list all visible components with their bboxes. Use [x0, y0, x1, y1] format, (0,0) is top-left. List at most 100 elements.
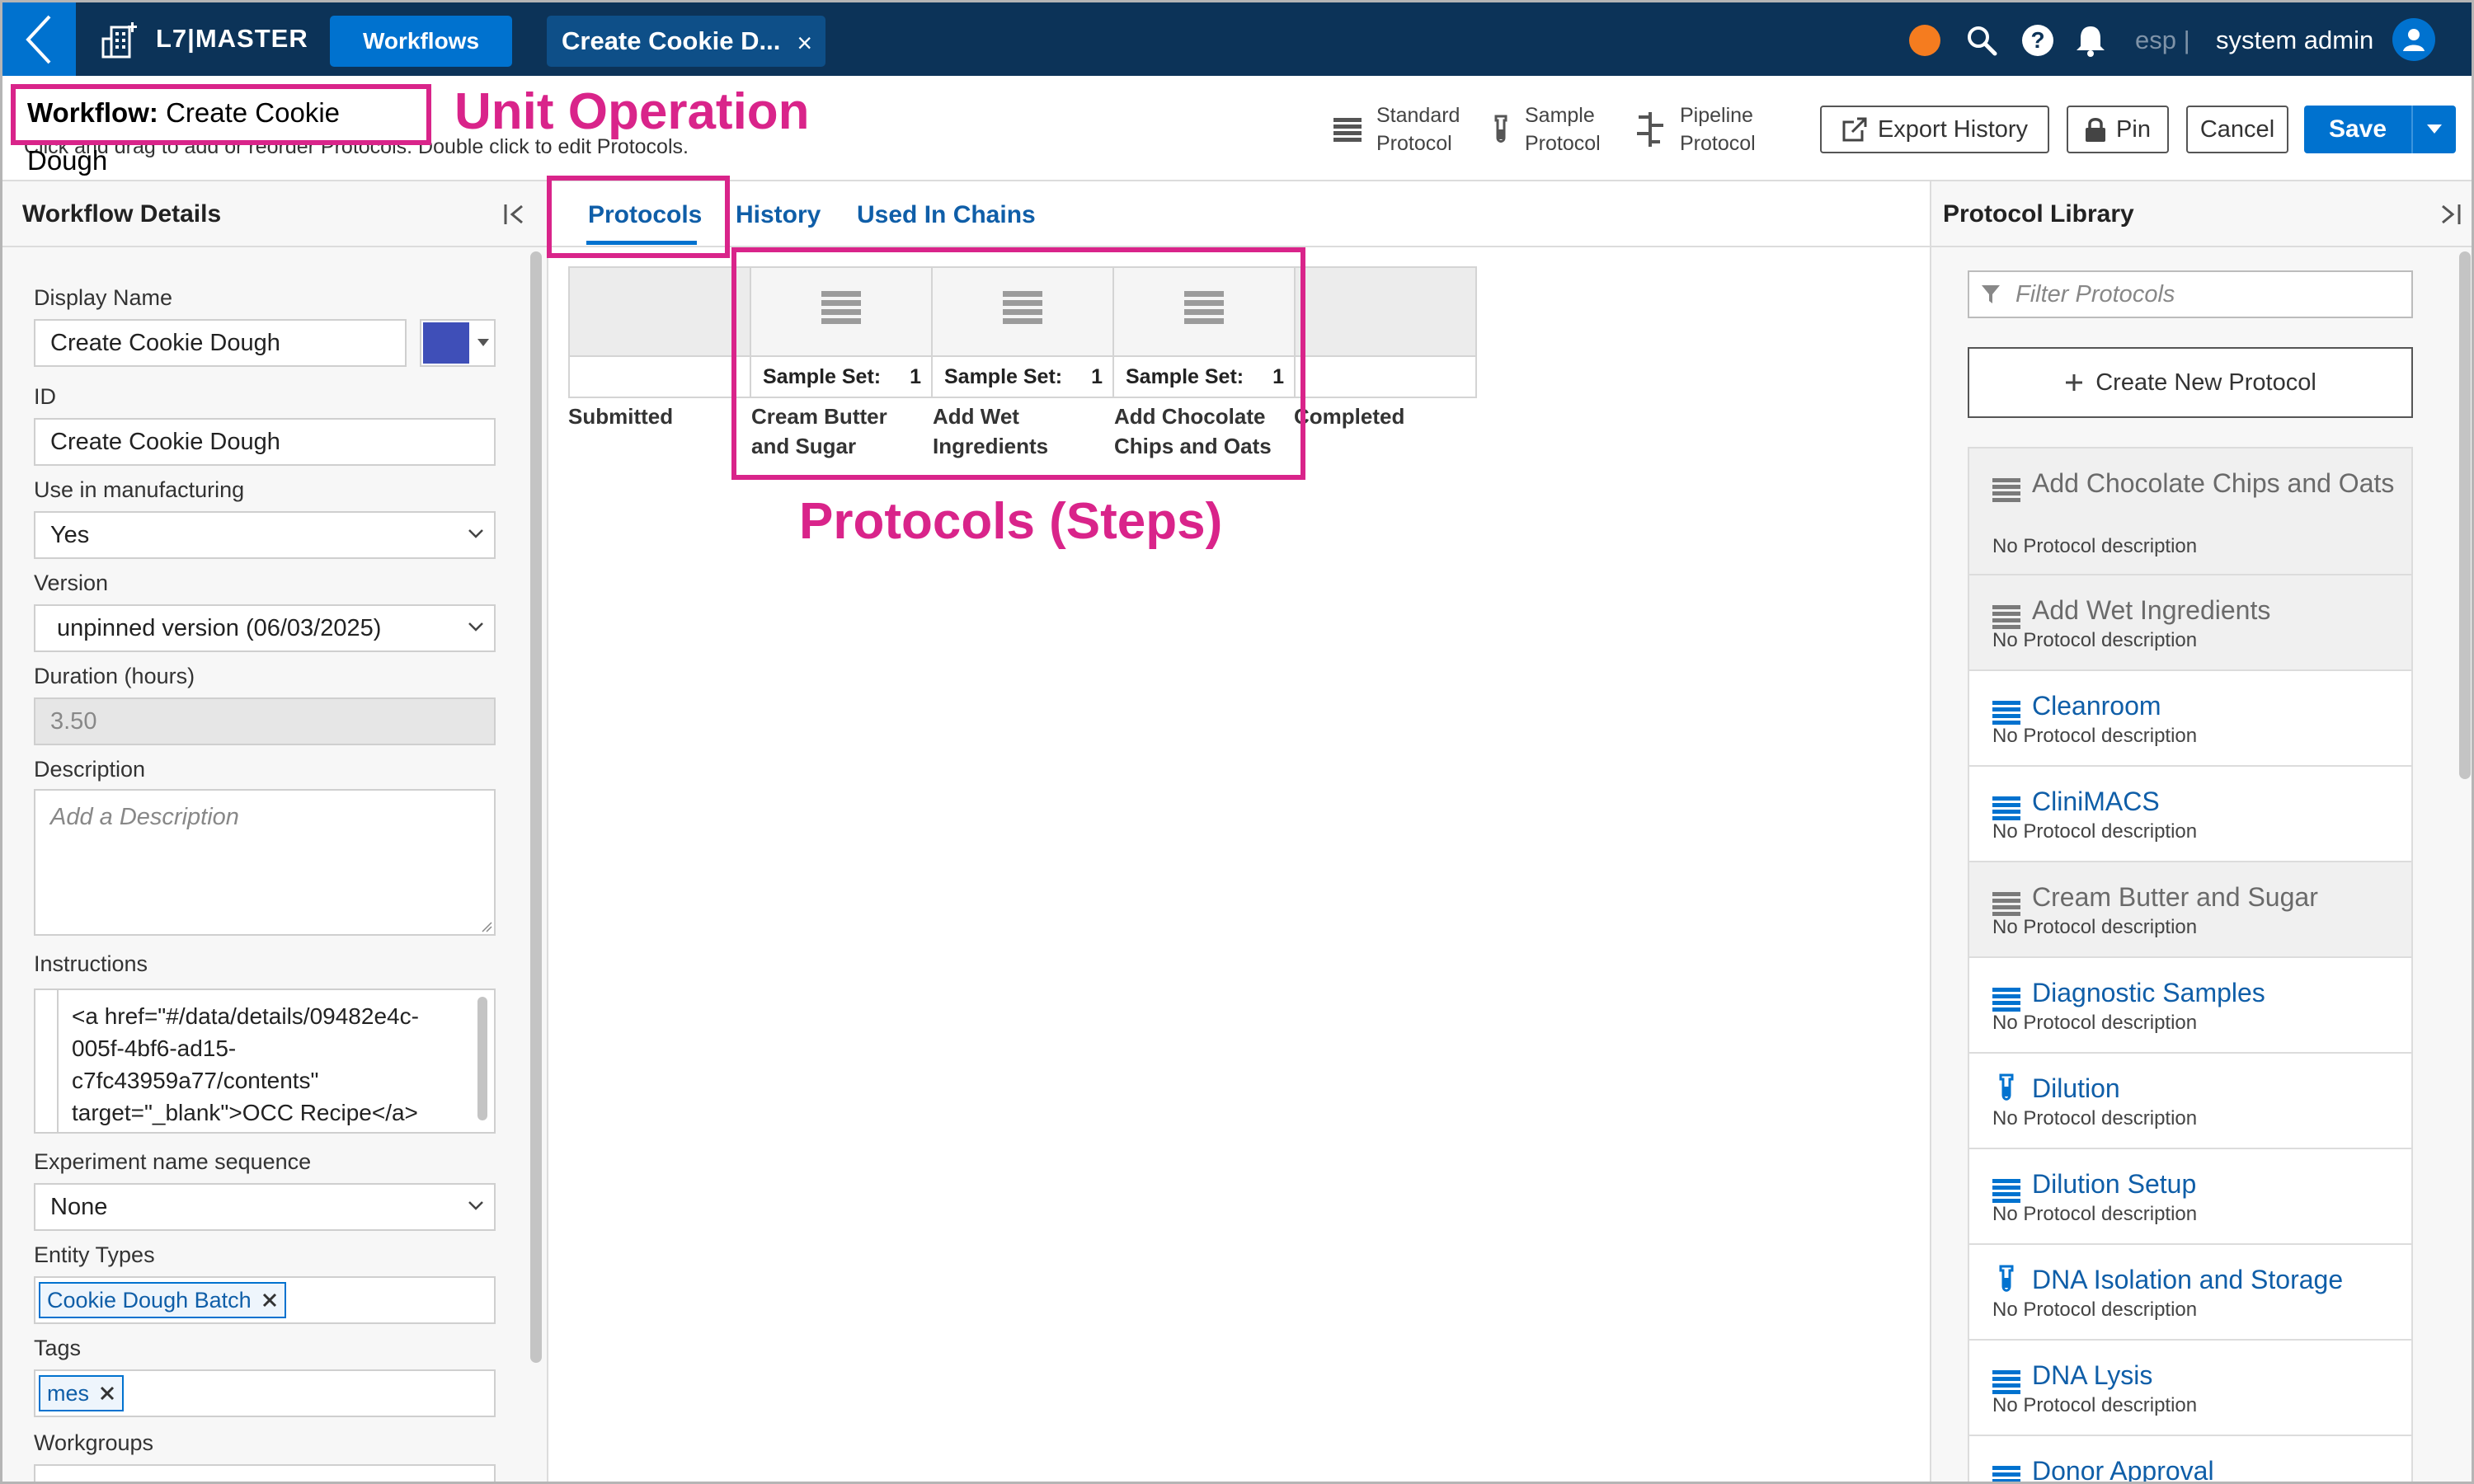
- tag-chip-label: mes: [47, 1380, 90, 1406]
- library-item[interactable]: DNA Isolation and Storage No Protocol des…: [1968, 1245, 2413, 1341]
- save-options-button[interactable]: [2413, 124, 2456, 134]
- color-swatch: [423, 322, 469, 364]
- collapse-left-icon[interactable]: [502, 200, 530, 229]
- bell-icon[interactable]: [2072, 22, 2109, 59]
- instructions-scrollbar[interactable]: [477, 997, 487, 1120]
- entity-type-chip-label: Cookie Dough Batch: [47, 1287, 252, 1313]
- id-field[interactable]: Create Cookie Dough: [34, 418, 496, 466]
- caret-down-icon: [477, 339, 489, 346]
- export-history-button[interactable]: Export History: [1820, 106, 2049, 153]
- manufacturing-select[interactable]: Yes: [34, 511, 496, 559]
- experiment-sequence-value: None: [50, 1194, 108, 1220]
- pipeline-protocol-button[interactable]: Pipeline Protocol: [1635, 101, 1756, 158]
- export-history-label: Export History: [1877, 115, 2029, 143]
- pin-button[interactable]: Pin: [2067, 106, 2169, 153]
- tags-field[interactable]: mes: [34, 1369, 496, 1417]
- annotation-box-steps: [731, 247, 1305, 480]
- library-item-description: No Protocol description: [1992, 1012, 2198, 1034]
- library-item[interactable]: Cleanroom No Protocol description: [1968, 671, 2413, 767]
- flow-submitted-label: Submitted: [568, 404, 674, 429]
- save-button[interactable]: Save: [2304, 106, 2456, 153]
- pin-label: Pin: [2116, 115, 2151, 143]
- tab-history[interactable]: History: [736, 200, 821, 231]
- standard-protocol-icon: [1992, 605, 2020, 630]
- back-button[interactable]: [2, 2, 76, 76]
- pipeline-protocol-label-2: Protocol: [1680, 132, 1756, 155]
- protocol-library-header: Protocol Library: [1931, 181, 2472, 247]
- search-icon[interactable]: [1964, 22, 2000, 59]
- sample-protocol-button[interactable]: Sample Protocol: [1492, 101, 1601, 158]
- version-label: Version: [34, 571, 109, 595]
- library-item[interactable]: Dilution No Protocol description: [1968, 1054, 2413, 1149]
- workgroups-field[interactable]: [34, 1464, 496, 1482]
- sample-protocol-icon: [1494, 115, 1507, 143]
- standard-protocol-icon: [1992, 478, 2020, 503]
- standard-protocol-icon: [1992, 796, 2020, 821]
- standard-protocol-icon: [1992, 988, 2020, 1012]
- help-icon[interactable]: ?: [2020, 22, 2056, 59]
- close-icon[interactable]: ×: [797, 28, 812, 59]
- library-item[interactable]: Cream Butter and Sugar No Protocol descri…: [1968, 862, 2413, 958]
- library-item-name: Add Wet Ingredients: [2032, 595, 2271, 625]
- tab-used-in-chains[interactable]: Used In Chains: [857, 200, 1036, 231]
- instructions-editor[interactable]: <a href="#/data/details/09482e4c- 005f-4…: [57, 989, 496, 1134]
- right-panel-scrollbar[interactable]: [2459, 251, 2471, 779]
- pipeline-protocol-label-1: Pipeline: [1680, 104, 1753, 127]
- pipeline-protocol-icon: [1637, 112, 1663, 147]
- top-navigation-bar: L7|MASTER Workflows Create Cookie D... ×…: [2, 2, 2472, 76]
- left-panel-scrollbar[interactable]: [530, 251, 542, 1363]
- protocol-library-panel: Protocol Library Filter Protocols Create…: [1930, 181, 2472, 1482]
- chevron-down-icon: [468, 1201, 483, 1210]
- annotation-protocols-steps: Protocols (Steps): [799, 493, 1223, 550]
- flow-completed-label: Completed: [1294, 404, 1405, 429]
- library-item[interactable]: Donor ApprovalNo Protocol description: [1968, 1436, 2413, 1482]
- color-picker[interactable]: [420, 319, 496, 367]
- library-item[interactable]: Add Chocolate Chips and Oats No Protocol …: [1968, 447, 2413, 575]
- user-name[interactable]: system admin: [2216, 22, 2373, 59]
- standard-protocol-icon: [1992, 1179, 2020, 1204]
- library-item-description: No Protocol description: [1992, 629, 2198, 651]
- chevron-down-icon: [468, 622, 483, 632]
- library-item-description: No Protocol description: [1992, 1203, 2198, 1225]
- library-item[interactable]: Dilution Setup No Protocol description: [1968, 1149, 2413, 1245]
- library-item[interactable]: CliniMACS No Protocol description: [1968, 767, 2413, 862]
- description-textarea[interactable]: Add a Description: [34, 789, 496, 936]
- workgroups-label: Workgroups: [34, 1430, 154, 1455]
- filter-protocols-input[interactable]: Filter Protocols: [1968, 270, 2413, 318]
- remove-icon[interactable]: [99, 1385, 115, 1402]
- library-item[interactable]: Add Wet Ingredients No Protocol descripti…: [1968, 575, 2413, 671]
- external-link-icon: [1842, 116, 1868, 142]
- workflows-button[interactable]: Workflows: [330, 16, 512, 67]
- open-document-tab[interactable]: Create Cookie D... ×: [547, 16, 825, 67]
- open-document-tab-label: Create Cookie D...: [562, 26, 781, 55]
- create-new-protocol-button[interactable]: Create New Protocol: [1968, 347, 2413, 418]
- description-label: Description: [34, 757, 146, 782]
- standard-protocol-icon: [1333, 118, 1362, 142]
- app-logo-icon: [98, 19, 141, 62]
- experiment-sequence-select[interactable]: None: [34, 1183, 496, 1231]
- standard-protocol-icon: [1992, 892, 2020, 917]
- lock-icon: [2086, 118, 2106, 142]
- chevron-left-icon: [25, 15, 50, 63]
- standard-protocol-button[interactable]: Standard Protocol: [1333, 101, 1460, 158]
- duration-label: Duration (hours): [34, 664, 195, 688]
- library-item[interactable]: DNA Lysis No Protocol description: [1968, 1341, 2413, 1436]
- display-name-field[interactable]: Create Cookie Dough: [34, 319, 407, 367]
- remove-icon[interactable]: [261, 1292, 278, 1308]
- instructions-line: 005f-4bf6-ad15-: [72, 1036, 237, 1061]
- version-select[interactable]: unpinned version (06/03/2025): [34, 604, 496, 652]
- avatar[interactable]: [2392, 18, 2435, 61]
- cancel-button[interactable]: Cancel: [2186, 106, 2288, 153]
- flow-completed-header: [1296, 268, 1475, 355]
- library-item[interactable]: Diagnostic Samples No Protocol descriptio…: [1968, 958, 2413, 1054]
- collapse-right-icon[interactable]: [2434, 200, 2462, 229]
- language-switch[interactable]: esp |: [2135, 22, 2190, 59]
- entity-types-field[interactable]: Cookie Dough Batch: [34, 1276, 496, 1324]
- chevron-down-icon: [468, 529, 483, 538]
- library-item-name: Cream Butter and Sugar: [2032, 882, 2318, 912]
- resize-handle-icon[interactable]: [481, 921, 492, 932]
- standard-protocol-label-1: Standard: [1376, 104, 1460, 127]
- flow-submitted-node: [568, 266, 751, 398]
- library-item-description: No Protocol description: [1992, 1107, 2198, 1129]
- standard-protocol-icon: [1992, 1466, 2020, 1482]
